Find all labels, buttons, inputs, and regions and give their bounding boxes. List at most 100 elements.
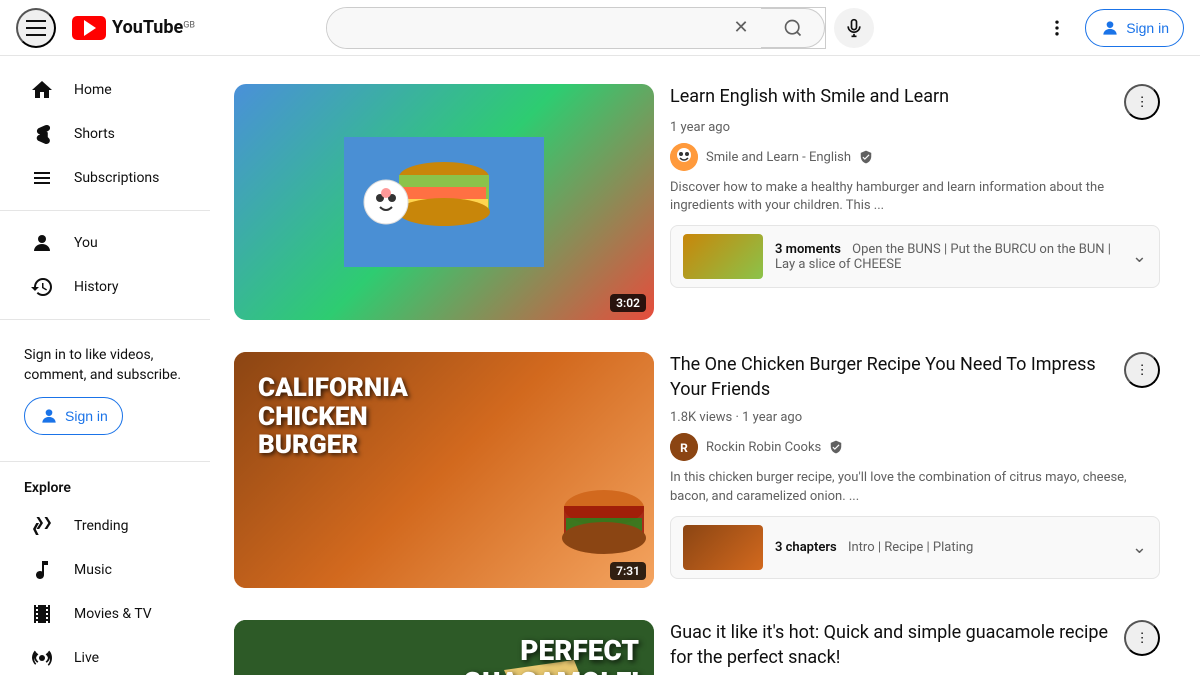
chapters-expand-icon[interactable]: ⌄: [1132, 246, 1147, 267]
sidebar-item-music[interactable]: Music: [6, 548, 204, 592]
chapters-thumbnail: [683, 525, 763, 570]
video-meta: 1.8K views · 1 year ago: [670, 410, 1160, 425]
header-left: YouTubeGB: [16, 8, 226, 48]
sidebar-item-you[interactable]: You: [6, 221, 204, 265]
video-more-button[interactable]: ⋮: [1124, 352, 1160, 388]
sidebar-item-history[interactable]: History: [6, 265, 204, 309]
header-center: burger recipe ✕: [226, 7, 974, 49]
svg-text:R: R: [680, 441, 688, 455]
search-submit-button[interactable]: [761, 8, 825, 48]
music-label: Music: [74, 562, 112, 578]
live-label: Live: [74, 650, 99, 666]
history-label: History: [74, 279, 119, 295]
sidebar-divider-1: [0, 210, 210, 211]
chapters-expand-icon[interactable]: ⌄: [1132, 537, 1147, 558]
avatar-image: R: [670, 433, 698, 461]
header-right: Sign in: [974, 8, 1184, 48]
sidebar-divider-2: [0, 319, 210, 320]
search-box: burger recipe ✕: [326, 7, 826, 49]
video-thumbnail[interactable]: 3:02: [234, 84, 654, 320]
video-title[interactable]: Guac it like it's hot: Quick and simple …: [670, 620, 1124, 670]
more-vert-icon: [1047, 18, 1067, 38]
sidebar-account-icon: [39, 406, 59, 426]
channel-name[interactable]: Rockin Robin Cooks: [706, 440, 821, 455]
home-icon: [30, 78, 54, 102]
chapters-info: 3 chapters Intro | Recipe | Plating: [775, 540, 1120, 555]
video-more-button[interactable]: ⋮: [1124, 620, 1160, 656]
time-ago: 1 year ago: [742, 410, 802, 425]
sign-in-prompt-text: Sign in to like videos, comment, and sub…: [24, 346, 186, 385]
movies-label: Movies & TV: [74, 606, 152, 622]
subscriptions-label: Subscriptions: [74, 170, 159, 186]
chapters-thumbnail: [683, 234, 763, 279]
search-input[interactable]: burger recipe: [327, 8, 721, 48]
video-info: Guac it like it's hot: Quick and simple …: [654, 620, 1176, 675]
video-item: 3:02 Learn English with Smile and Learn …: [210, 72, 1200, 332]
shorts-label: Shorts: [74, 126, 115, 142]
verified-icon: [859, 150, 873, 164]
thumbnail-image: [344, 137, 544, 267]
explore-heading: Explore: [0, 472, 210, 504]
more-options-button[interactable]: [1037, 8, 1077, 48]
home-label: Home: [74, 82, 112, 98]
video-item: PERFECTGUACAMOLE! Guac it like it's hot:…: [210, 608, 1200, 675]
video-description: In this chicken burger recipe, you'll lo…: [670, 469, 1160, 505]
trending-label: Trending: [74, 518, 129, 534]
youtube-logo[interactable]: YouTubeGB: [72, 16, 195, 40]
video-meta: 1 year ago: [670, 120, 1160, 135]
youtube-play-icon: [84, 20, 96, 36]
search-clear-button[interactable]: ✕: [721, 8, 761, 48]
time-ago: 1 year ago: [670, 120, 730, 135]
voice-search-button[interactable]: [834, 8, 874, 48]
music-icon: [30, 558, 54, 582]
channel-name[interactable]: Smile and Learn - English: [706, 150, 851, 165]
channel-row: R Rockin Robin Cooks: [670, 433, 1160, 461]
header: YouTubeGB burger recipe ✕: [0, 0, 1200, 56]
channel-avatar: [670, 143, 698, 171]
search-icon: [783, 18, 803, 38]
sidebar-item-trending[interactable]: Trending: [6, 504, 204, 548]
sidebar-divider-3: [0, 461, 210, 462]
thumbnail-text: CALIFORNIACHICKENBURGER: [246, 362, 420, 472]
channel-row: Smile and Learn - English: [670, 143, 1160, 171]
video-thumbnail[interactable]: PERFECTGUACAMOLE!: [234, 620, 654, 675]
sidebar-item-subscriptions[interactable]: Subscriptions: [6, 156, 204, 200]
layout: Home Shorts Subscriptions You Hi: [0, 56, 1200, 675]
trending-icon: [30, 514, 54, 538]
chapters-count: 3 moments: [775, 242, 841, 257]
video-more-button[interactable]: ⋮: [1124, 84, 1160, 120]
chapters-info: 3 moments Open the BUNS | Put the BURCU …: [775, 242, 1120, 272]
sidebar-item-live[interactable]: Live: [6, 636, 204, 675]
chapters-row[interactable]: 3 chapters Intro | Recipe | Plating ⌄: [670, 516, 1160, 579]
video-title[interactable]: Learn English with Smile and Learn: [670, 84, 949, 109]
view-count: 1.8K views: [670, 410, 732, 425]
duration-badge: 3:02: [610, 294, 646, 312]
movies-icon: [30, 602, 54, 626]
history-icon: [30, 275, 54, 299]
you-icon: [30, 231, 54, 255]
chapters-row[interactable]: 3 moments Open the BUNS | Put the BURCU …: [670, 225, 1160, 288]
search-results: 3:02 Learn English with Smile and Learn …: [210, 56, 1200, 675]
logo-text: YouTubeGB: [108, 17, 195, 38]
duration-badge: 7:31: [610, 562, 646, 580]
verified-icon: [829, 440, 843, 454]
sign-in-button[interactable]: Sign in: [1085, 9, 1184, 47]
shorts-icon: [30, 122, 54, 146]
chapters-detail: Intro | Recipe | Plating: [848, 540, 973, 555]
hamburger-icon: [26, 20, 46, 36]
video-title[interactable]: The One Chicken Burger Recipe You Need T…: [670, 352, 1124, 402]
account-circle-icon: [1100, 18, 1120, 38]
microphone-icon: [844, 18, 864, 38]
sidebar-sign-in-button[interactable]: Sign in: [24, 397, 123, 435]
subscriptions-icon: [30, 166, 54, 190]
video-item: CALIFORNIACHICKENBURGER 7:31 The One Chi…: [210, 340, 1200, 600]
sign-in-section: Sign in to like videos, comment, and sub…: [0, 330, 210, 451]
sidebar-item-shorts[interactable]: Shorts: [6, 112, 204, 156]
video-description: Discover how to make a healthy hamburger…: [670, 179, 1160, 215]
youtube-logo-icon: [72, 16, 106, 40]
sidebar-item-movies[interactable]: Movies & TV: [6, 592, 204, 636]
you-label: You: [74, 235, 98, 251]
menu-button[interactable]: [16, 8, 56, 48]
sidebar-item-home[interactable]: Home: [6, 68, 204, 112]
video-thumbnail[interactable]: CALIFORNIACHICKENBURGER 7:31: [234, 352, 654, 588]
